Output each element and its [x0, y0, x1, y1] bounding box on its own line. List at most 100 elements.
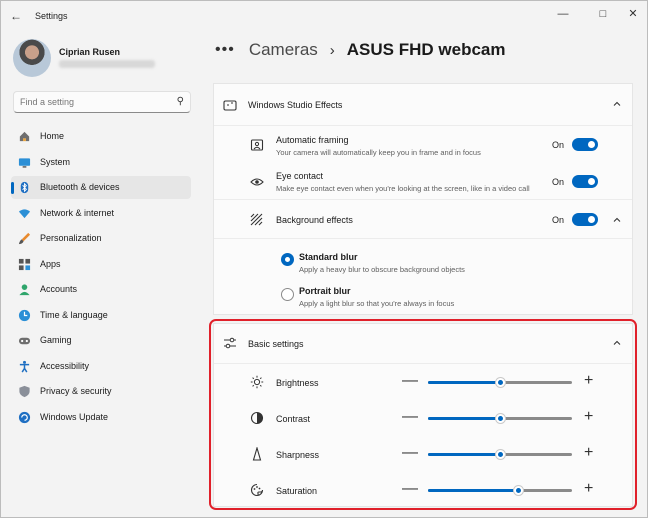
- standard-blur-radio[interactable]: [281, 253, 294, 266]
- studio-effects-icon: [223, 100, 237, 111]
- sidebar-item-gaming[interactable]: Gaming: [11, 329, 191, 352]
- saturation-slider-fill: [428, 489, 519, 492]
- sharpness-row: Sharpness — +: [214, 436, 632, 472]
- brightness-slider-thumb[interactable]: [495, 378, 505, 387]
- chevron-up-icon[interactable]: [612, 338, 622, 348]
- contrast-decrease-button[interactable]: —: [402, 409, 418, 425]
- app-title: Settings: [35, 11, 68, 21]
- sidebar-item-system[interactable]: System: [11, 151, 191, 174]
- search-input[interactable]: [20, 97, 170, 107]
- saturation-decrease-button[interactable]: —: [402, 481, 418, 497]
- sidebar-item-personalization[interactable]: Personalization: [11, 227, 191, 250]
- brightness-label: Brightness: [276, 378, 319, 388]
- sidebar-item-label: Bluetooth & devices: [40, 182, 120, 192]
- brightness-slider[interactable]: [428, 378, 572, 387]
- eye-contact-desc: Make eye contact even when you're lookin…: [276, 184, 530, 193]
- close-button[interactable]: ✕: [623, 6, 643, 22]
- saturation-icon: [250, 483, 264, 497]
- profile-email-blurred: [59, 60, 155, 68]
- update-icon: [18, 411, 31, 423]
- sharpness-decrease-button[interactable]: —: [402, 445, 418, 461]
- basic-settings-title: Basic settings: [248, 339, 304, 349]
- contrast-row: Contrast — +: [214, 400, 632, 436]
- sharpness-slider-thumb[interactable]: [495, 450, 505, 459]
- sharpness-slider[interactable]: [428, 450, 572, 459]
- sidebar-item-network[interactable]: Network & internet: [11, 202, 191, 225]
- sharpness-label: Sharpness: [276, 450, 320, 460]
- studio-effects-header[interactable]: Windows Studio Effects: [214, 84, 632, 126]
- chevron-right-icon: ›: [329, 41, 335, 59]
- sidebar-item-time-language[interactable]: Time & language: [11, 304, 191, 327]
- globe-clock-icon: [18, 309, 31, 321]
- standard-blur-option[interactable]: Standard blur Apply a heavy blur to obsc…: [214, 238, 632, 274]
- breadcrumb-overflow-button[interactable]: •••: [215, 41, 235, 59]
- portrait-blur-radio[interactable]: [281, 288, 294, 301]
- sidebar-item-label: Windows Update: [40, 411, 109, 422]
- sidebar-item-privacy[interactable]: Privacy & security: [11, 380, 191, 403]
- search-box[interactable]: ⚲: [13, 91, 191, 113]
- wifi-icon: [18, 208, 31, 218]
- chevron-up-icon[interactable]: [612, 215, 622, 225]
- saturation-slider-thumb[interactable]: [514, 486, 524, 495]
- studio-effects-card: Windows Studio Effects Automatic framing…: [213, 83, 633, 315]
- eye-contact-row: Eye contact Make eye contact even when y…: [214, 163, 632, 200]
- automatic-framing-toggle[interactable]: [572, 138, 598, 151]
- breadcrumb-parent-link[interactable]: Cameras: [249, 40, 318, 60]
- basic-settings-header[interactable]: Basic settings: [214, 324, 632, 364]
- automatic-framing-desc: Your camera will automatically keep you …: [276, 148, 481, 157]
- home-icon: [19, 131, 30, 142]
- saturation-slider[interactable]: [428, 486, 572, 495]
- basic-settings-card: Basic settings Brightness — + Contrast —…: [213, 323, 633, 507]
- portrait-blur-title: Portrait blur: [299, 286, 351, 296]
- framing-icon: [250, 139, 264, 151]
- sidebar-item-label: Home: [40, 131, 65, 141]
- saturation-row: Saturation — +: [214, 472, 632, 508]
- chevron-up-icon[interactable]: [612, 99, 622, 109]
- settings-window: ← Settings — □ ✕ Ciprian Rusen ⚲ Home Sy…: [0, 0, 648, 518]
- brush-icon: [18, 232, 31, 245]
- contrast-slider[interactable]: [428, 414, 572, 423]
- sidebar-item-accounts[interactable]: Accounts: [11, 278, 191, 301]
- portrait-blur-option[interactable]: Portrait blur Apply a light blur so that…: [214, 274, 632, 314]
- brightness-decrease-button[interactable]: —: [402, 373, 418, 389]
- contrast-label: Contrast: [276, 414, 311, 424]
- background-effects-toggle[interactable]: [572, 213, 598, 226]
- brightness-slider-fill: [428, 381, 500, 384]
- maximize-button[interactable]: □: [593, 6, 613, 22]
- sharpness-increase-button[interactable]: +: [584, 445, 593, 461]
- sidebar-item-label: Accounts: [40, 284, 78, 294]
- portrait-blur-desc: Apply a light blur so that you're always…: [299, 299, 455, 308]
- accessibility-icon: [19, 360, 30, 372]
- shield-icon: [19, 385, 30, 398]
- sidebar-item-windows-update[interactable]: Windows Update: [11, 406, 191, 429]
- sidebar-item-home[interactable]: Home: [11, 125, 191, 148]
- brightness-row: Brightness — +: [214, 364, 632, 400]
- breadcrumb: ••• Cameras › ASUS FHD webcam: [215, 37, 505, 63]
- minimize-button[interactable]: —: [553, 6, 573, 22]
- sidebar-item-accessibility[interactable]: Accessibility: [11, 355, 191, 378]
- sidebar-item-bluetooth[interactable]: Bluetooth & devices: [11, 176, 191, 199]
- sidebar-item-label: Accessibility: [40, 360, 90, 371]
- title-bar: ← Settings — □ ✕: [1, 1, 647, 31]
- contrast-increase-button[interactable]: +: [584, 409, 593, 425]
- saturation-increase-button[interactable]: +: [584, 481, 593, 497]
- sliders-icon: [224, 337, 236, 349]
- eye-contact-toggle[interactable]: [572, 175, 598, 188]
- background-effects-title: Background effects: [276, 215, 353, 225]
- search-icon[interactable]: ⚲: [177, 96, 184, 107]
- apps-icon: [18, 258, 31, 270]
- sidebar-item-label: Apps: [40, 258, 61, 269]
- background-effects-row[interactable]: Background effects On: [214, 200, 632, 238]
- contrast-slider-fill: [428, 417, 500, 420]
- sidebar-item-apps[interactable]: Apps: [11, 253, 191, 276]
- saturation-label: Saturation: [276, 486, 318, 496]
- avatar[interactable]: [13, 39, 51, 77]
- brightness-increase-button[interactable]: +: [584, 373, 593, 389]
- sidebar-item-label: Gaming: [40, 335, 72, 345]
- standard-blur-title: Standard blur: [299, 252, 358, 262]
- person-icon: [19, 284, 30, 296]
- contrast-slider-thumb[interactable]: [495, 414, 505, 423]
- back-arrow-icon[interactable]: ←: [9, 9, 23, 23]
- monitor-icon: [18, 157, 31, 168]
- background-effects-icon: [250, 213, 263, 226]
